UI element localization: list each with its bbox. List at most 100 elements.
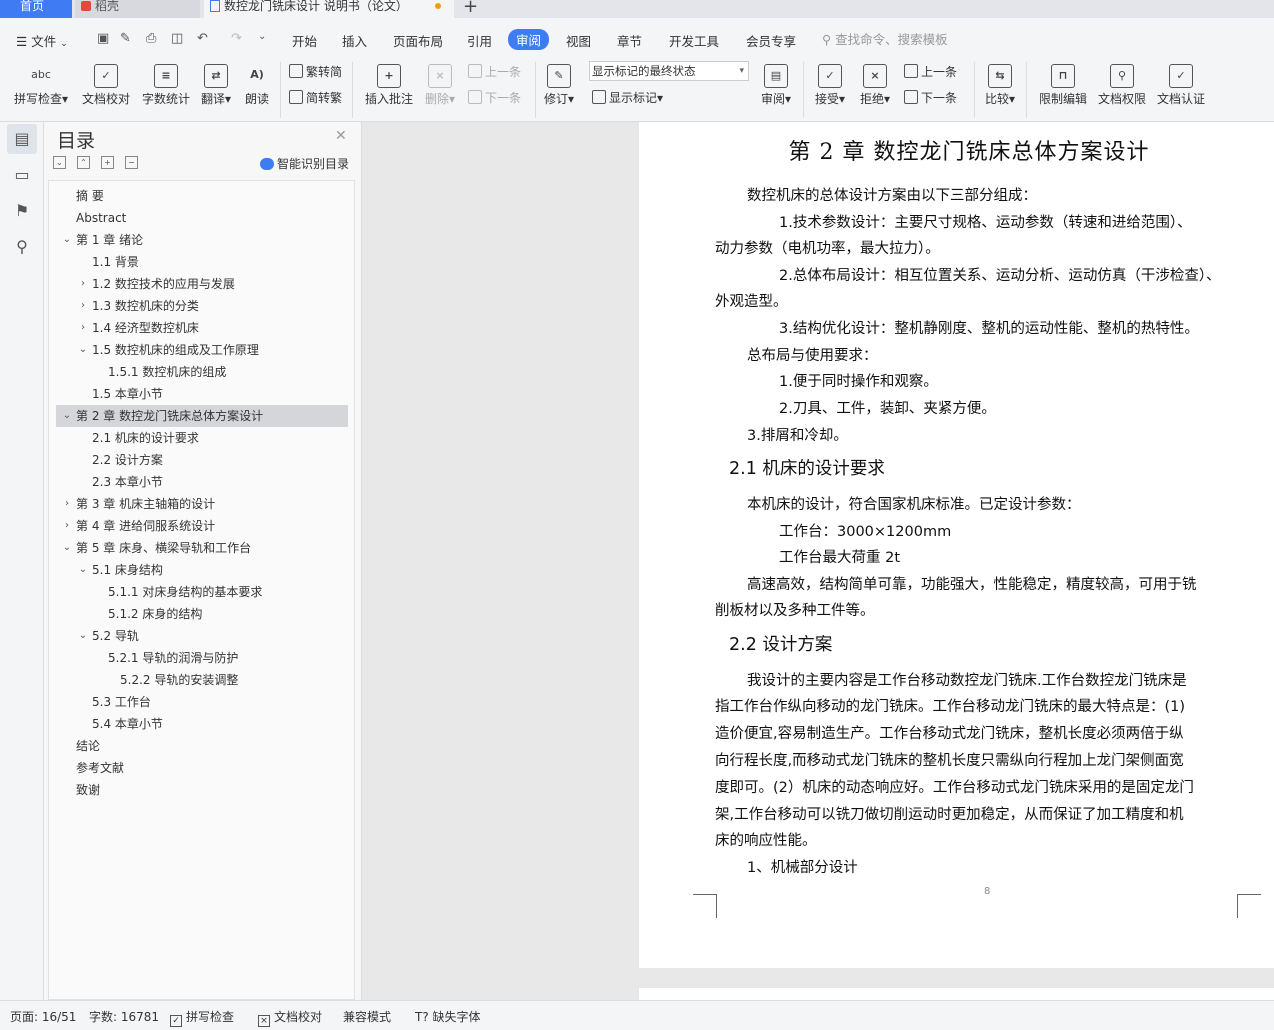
menu-section[interactable]: 章节 xyxy=(617,31,642,50)
doc-permission-button[interactable]: ⚲ 文档权限 xyxy=(1097,64,1147,107)
next-comment-button[interactable]: 下一条 xyxy=(468,89,521,106)
simp-to-trad-button[interactable]: 简转繁 xyxy=(289,89,342,106)
chevron-down-icon[interactable]: ⌄ xyxy=(62,405,72,427)
file-menu[interactable]: ☰ 文件 ⌄ xyxy=(16,31,68,50)
translate-button[interactable]: ⇄ 翻译▾ xyxy=(198,64,234,107)
menu-view[interactable]: 视图 xyxy=(566,31,591,50)
compat-mode-status[interactable]: 兼容模式 xyxy=(343,1008,391,1025)
toc-item[interactable]: ⌄ 第 1 章 绪论 xyxy=(56,229,348,251)
new-tab-plus-icon[interactable]: + xyxy=(463,0,478,17)
read-aloud-button[interactable]: A) 朗读 xyxy=(243,64,271,107)
review-pane-button[interactable]: ▤ 审阅▾ xyxy=(759,64,793,107)
chevron-right-icon[interactable]: › xyxy=(78,317,88,339)
menu-page-layout[interactable]: 页面布局 xyxy=(393,31,443,50)
toc-item[interactable]: › 1.4 经济型数控机床 xyxy=(56,317,348,339)
save-icon[interactable]: ▣ xyxy=(97,31,109,46)
toc-item[interactable]: 1.5.1 数控机床的组成 xyxy=(56,361,348,383)
toc-item[interactable]: › 第 4 章 进给伺服系统设计 xyxy=(56,515,348,537)
word-count-button[interactable]: ≡ 字数统计 xyxy=(140,64,192,107)
chevron-down-icon[interactable]: ⌄ xyxy=(78,559,88,581)
toc-item[interactable]: 摘 要 xyxy=(56,185,348,207)
expand-all-icon[interactable]: ⌄ xyxy=(53,156,66,169)
smart-toc-button[interactable]: 智能识别目录 xyxy=(260,155,349,172)
toc-pane-icon[interactable]: ▤ xyxy=(7,124,37,154)
next-change-button[interactable]: 下一条 xyxy=(904,89,957,106)
quick-access-more-icon[interactable]: ⌄ xyxy=(258,31,266,42)
bookmark-icon[interactable]: ⚑ xyxy=(11,200,33,222)
toc-item[interactable]: 致谢 xyxy=(56,779,348,801)
delete-comment-button[interactable]: × 删除▾ xyxy=(423,64,457,107)
prev-comment-button[interactable]: 上一条 xyxy=(468,63,521,80)
menu-developer[interactable]: 开发工具 xyxy=(669,31,719,50)
spell-check-button[interactable]: abc 拼写检查▾ xyxy=(12,64,70,107)
toc-item[interactable]: Abstract xyxy=(56,207,348,229)
collapse-all-icon[interactable]: ⌃ xyxy=(77,156,90,169)
markup-state-select[interactable]: 显示标记的最终状态 ▾ xyxy=(589,61,749,81)
toc-item[interactable]: 2.2 设计方案 xyxy=(56,449,348,471)
toc-item[interactable]: 5.3 工作台 xyxy=(56,691,348,713)
chevron-right-icon[interactable]: › xyxy=(62,493,72,515)
format-painter-icon[interactable]: ✎ xyxy=(120,31,131,46)
toc-item[interactable]: ⌄ 5.2 导轨 xyxy=(56,625,348,647)
toc-item[interactable]: ⌄ 第 2 章 数控龙门铣床总体方案设计 xyxy=(56,405,348,427)
chevron-down-icon[interactable]: ⌄ xyxy=(62,537,72,559)
command-search[interactable]: ⚲ 查找命令、搜索模板 xyxy=(822,29,948,48)
chapter-nav-icon[interactable]: ▭ xyxy=(11,164,33,186)
missing-font-status[interactable]: T? 缺失字体 xyxy=(415,1008,481,1025)
menu-start[interactable]: 开始 xyxy=(292,31,317,50)
print-icon[interactable]: ⎙ xyxy=(146,31,156,46)
search-icon[interactable]: ⚲ xyxy=(11,236,33,258)
toc-item[interactable]: ⌄ 5.1 床身结构 xyxy=(56,559,348,581)
toc-item[interactable]: ⌄ 第 5 章 床身、横梁导轨和工作台 xyxy=(56,537,348,559)
page-indicator[interactable]: 页面: 16/51 xyxy=(10,1008,76,1025)
chevron-right-icon[interactable]: › xyxy=(78,295,88,317)
insert-comment-button[interactable]: + 插入批注 xyxy=(364,64,414,107)
accept-button[interactable]: ✓ 接受▾ xyxy=(813,64,847,107)
menu-references[interactable]: 引用 xyxy=(467,31,492,50)
doc-check-status[interactable]: × 文档校对 xyxy=(258,1008,322,1027)
toc-item[interactable]: › 1.3 数控机床的分类 xyxy=(56,295,348,317)
restrict-edit-button[interactable]: ⊓ 限制编辑 xyxy=(1038,64,1088,107)
trad-to-simp-button[interactable]: 繁转简 xyxy=(289,63,342,80)
print-preview-icon[interactable]: ◫ xyxy=(171,31,183,46)
doc-check-button[interactable]: ✓ 文档校对 xyxy=(80,64,132,107)
tab-home[interactable]: 首页 xyxy=(0,0,72,18)
menu-member[interactable]: 会员专享 xyxy=(746,31,796,50)
toc-item[interactable]: 2.3 本章小节 xyxy=(56,471,348,493)
compare-button[interactable]: ⇆ 比较▾ xyxy=(983,64,1017,107)
remove-item-icon[interactable]: − xyxy=(125,156,138,169)
revise-button[interactable]: ✎ 修订▾ xyxy=(543,64,575,107)
chevron-down-icon[interactable]: ⌄ xyxy=(78,339,88,361)
toc-item[interactable]: 5.4 本章小节 xyxy=(56,713,348,735)
show-markup-button[interactable]: 显示标记▾ xyxy=(592,89,663,106)
toc-item[interactable]: 5.2.2 导轨的安装调整 xyxy=(56,669,348,691)
chevron-down-icon[interactable]: ⌄ xyxy=(78,625,88,647)
prev-change-button[interactable]: 上一条 xyxy=(904,63,957,80)
reject-button[interactable]: × 拒绝▾ xyxy=(858,64,892,107)
toc-item[interactable]: 5.1.2 床身的结构 xyxy=(56,603,348,625)
toc-item[interactable]: 参考文献 xyxy=(56,757,348,779)
redo-icon[interactable]: ↷ xyxy=(231,31,242,46)
spell-check-status[interactable]: ✓ 拼写检查 xyxy=(170,1008,234,1027)
toc-item[interactable]: 1.1 背景 xyxy=(56,251,348,273)
tab-wps-docer[interactable]: 稻壳 xyxy=(75,0,200,18)
chevron-right-icon[interactable]: › xyxy=(78,273,88,295)
close-icon[interactable]: ✕ xyxy=(335,128,347,144)
toc-item[interactable]: 1.5 本章小节 xyxy=(56,383,348,405)
tab-document[interactable]: 数控龙门铣床设计 说明书（论文） xyxy=(204,0,454,18)
toc-item[interactable]: › 1.2 数控技术的应用与发展 xyxy=(56,273,348,295)
toc-item[interactable]: 5.1.1 对床身结构的基本要求 xyxy=(56,581,348,603)
add-item-icon[interactable]: + xyxy=(101,156,114,169)
toc-item[interactable]: ⌄ 1.5 数控机床的组成及工作原理 xyxy=(56,339,348,361)
toc-item[interactable]: 2.1 机床的设计要求 xyxy=(56,427,348,449)
word-count-status[interactable]: 字数: 16781 xyxy=(89,1008,159,1025)
chevron-down-icon[interactable]: ⌄ xyxy=(62,229,72,251)
undo-icon[interactable]: ↶ xyxy=(197,31,208,46)
toc-item[interactable]: 5.2.1 导轨的润滑与防护 xyxy=(56,647,348,669)
menu-review[interactable]: 审阅 xyxy=(508,29,550,50)
menu-insert[interactable]: 插入 xyxy=(342,31,367,50)
toc-item[interactable]: › 第 3 章 机床主轴箱的设计 xyxy=(56,493,348,515)
doc-cert-button[interactable]: ✓ 文档认证 xyxy=(1156,64,1206,107)
toc-item[interactable]: 结论 xyxy=(56,735,348,757)
chevron-right-icon[interactable]: › xyxy=(62,515,72,537)
